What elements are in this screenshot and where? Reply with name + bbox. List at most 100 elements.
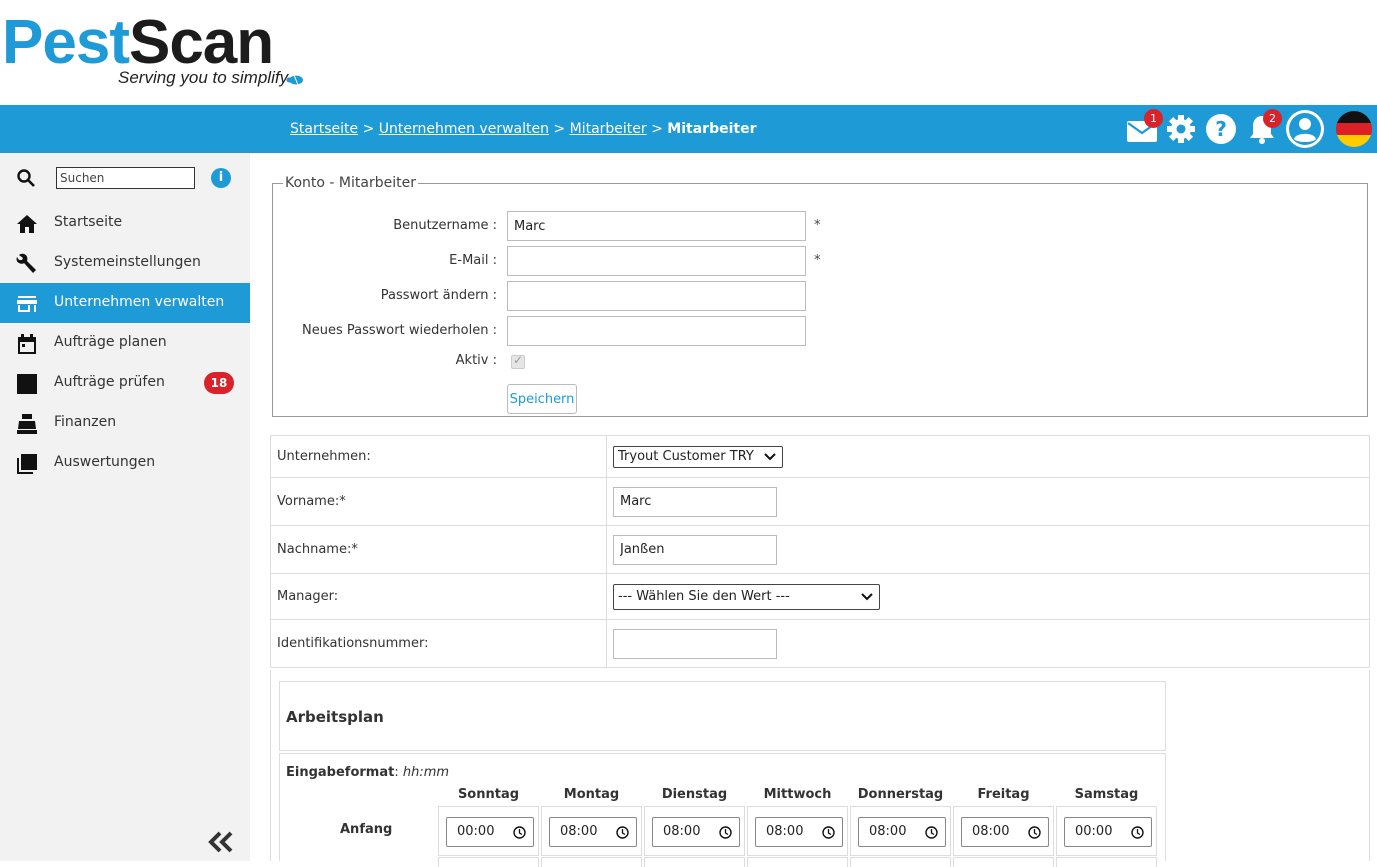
auftraege-pruefen-badge: 18: [204, 372, 234, 394]
language-button[interactable]: [1336, 111, 1372, 147]
info-icon[interactable]: i: [211, 168, 231, 188]
start-time-cell: 08:00: [747, 806, 848, 856]
breadcrumb: Startseite > Unternehmen verwalten > Mit…: [290, 121, 756, 137]
sidebar-item-unternehmen-verwalten[interactable]: Unternehmen verwalten: [0, 283, 250, 323]
company-select-value: Tryout Customer TRY: [618, 448, 754, 464]
mail-button[interactable]: 1: [1124, 109, 1163, 147]
clock-icon[interactable]: [822, 826, 835, 839]
start-time-cell: 08:00: [541, 806, 642, 856]
lastname-label: Nachname:*: [270, 525, 607, 574]
top-bar: Startseite > Unternehmen verwalten > Mit…: [0, 105, 1377, 153]
username-input[interactable]: [507, 211, 806, 241]
chevron-down-icon: [861, 592, 873, 600]
start-time-input-mittwoch[interactable]: 08:00: [755, 817, 843, 847]
sidebar-item-auswertungen[interactable]: Auswertungen: [0, 443, 250, 483]
password-repeat-input[interactable]: [507, 316, 806, 346]
manager-cell: --- Wählen Sie den Wert ---: [606, 573, 1370, 620]
collapse-sidebar-icon[interactable]: [208, 831, 234, 853]
svg-text:?: ?: [1215, 117, 1227, 141]
sidebar-item-startseite[interactable]: Startseite: [0, 203, 250, 243]
firstname-label: Vorname:*: [270, 477, 607, 526]
lastname-input[interactable]: [613, 534, 777, 565]
sidebar: i Startseite Systemeinstellungen Unterne…: [0, 153, 250, 861]
table-row: Vorname:*: [270, 477, 1370, 526]
sidebar-item-auftraege-pruefen[interactable]: Aufträge prüfen 18: [0, 363, 250, 403]
breadcrumb-startseite[interactable]: Startseite: [290, 121, 358, 137]
search-input[interactable]: [56, 167, 195, 189]
checklist-icon: [17, 374, 37, 394]
logo-pest: Pest: [2, 8, 130, 77]
next-row-cell: [850, 857, 951, 867]
sidebar-item-label: Auswertungen: [54, 454, 156, 470]
start-time-cell: 00:00: [1056, 806, 1157, 856]
email-input[interactable]: [507, 246, 806, 276]
german-flag-icon: [1336, 111, 1372, 147]
idnumber-label: Identifikationsnummer:: [270, 619, 607, 668]
start-time-cell: 08:00: [953, 806, 1054, 856]
start-time-input-samstag[interactable]: 00:00: [1064, 817, 1152, 847]
breadcrumb-current: Mitarbeiter: [667, 121, 757, 137]
sidebar-item-label: Unternehmen verwalten: [54, 294, 225, 310]
manager-select-value: --- Wählen Sie den Wert ---: [618, 588, 790, 604]
clock-icon[interactable]: [616, 826, 629, 839]
sidebar-search: i: [0, 153, 250, 203]
password-input[interactable]: [507, 281, 806, 311]
account-button[interactable]: [1285, 109, 1325, 149]
start-time-input-freitag[interactable]: 08:00: [961, 817, 1049, 847]
settings-button[interactable]: [1163, 111, 1199, 147]
konto-fieldset: Konto - Mitarbeiter Benutzername : * E-M…: [272, 175, 1368, 417]
idnumber-input[interactable]: [613, 628, 777, 659]
clock-icon[interactable]: [1131, 826, 1144, 839]
calendar-icon: [18, 334, 36, 354]
start-time-input-donnerstag[interactable]: 08:00: [858, 817, 946, 847]
required-mark: *: [814, 218, 821, 233]
sidebar-item-label: Aufträge planen: [54, 334, 167, 350]
start-time-input-dienstag[interactable]: 08:00: [652, 817, 740, 847]
next-row-cell: [953, 857, 1054, 867]
active-checkbox[interactable]: [511, 353, 525, 369]
home-icon: [17, 215, 37, 233]
save-button[interactable]: Speichern: [507, 384, 577, 414]
company-select[interactable]: Tryout Customer TRY: [613, 445, 783, 468]
employee-details-table: Unternehmen: Tryout Customer TRY Vorname…: [270, 435, 1370, 668]
pestscan-logo[interactable]: PestScan: [2, 12, 274, 74]
time-value: 00:00: [1075, 824, 1113, 839]
firstname-input[interactable]: [613, 486, 777, 517]
password-repeat-row: Neues Passwort wiederholen :: [273, 316, 1369, 346]
next-row-cell: [747, 857, 848, 867]
start-row-label: Anfang: [340, 822, 393, 837]
start-time-cell: 00:00: [438, 806, 539, 856]
day-header: Montag: [563, 787, 620, 802]
time-value: 08:00: [663, 824, 701, 839]
sidebar-item-systemeinstellungen[interactable]: Systemeinstellungen: [0, 243, 250, 283]
logo-scan: Scan: [128, 8, 274, 77]
sidebar-item-auftraege-planen[interactable]: Aufträge planen: [0, 323, 250, 363]
time-value: 00:00: [457, 824, 495, 839]
clock-icon[interactable]: [719, 826, 732, 839]
breadcrumb-mitarbeiter[interactable]: Mitarbeiter: [570, 121, 647, 137]
time-value: 08:00: [972, 824, 1010, 839]
search-icon[interactable]: [16, 168, 36, 188]
notifications-button[interactable]: 2: [1244, 109, 1282, 147]
tagline: Serving you to simplify: [118, 68, 289, 87]
header-logo-area: PestScan Serving you to simplify: [0, 0, 1377, 105]
password-label: Passwort ändern :: [380, 288, 497, 303]
breadcrumb-unternehmen[interactable]: Unternehmen verwalten: [379, 121, 549, 137]
store-icon: [17, 296, 37, 312]
table-row: Unternehmen: Tryout Customer TRY: [270, 435, 1370, 478]
sidebar-item-finanzen[interactable]: Finanzen: [0, 403, 250, 443]
clock-icon[interactable]: [513, 826, 526, 839]
help-button[interactable]: ?: [1203, 111, 1239, 147]
konto-legend: Konto - Mitarbeiter: [285, 175, 416, 191]
bug-icon: [286, 74, 303, 86]
manager-select[interactable]: --- Wählen Sie den Wert ---: [613, 583, 880, 610]
clock-icon[interactable]: [1028, 826, 1041, 839]
clock-icon[interactable]: [925, 826, 938, 839]
sidebar-nav: Startseite Systemeinstellungen Unternehm…: [0, 203, 250, 483]
start-time-input-montag[interactable]: 08:00: [549, 817, 637, 847]
firstname-cell: [606, 477, 1370, 526]
sidebar-item-label: Startseite: [54, 214, 123, 230]
day-header: Mittwoch: [763, 787, 832, 802]
chevron-down-icon: [764, 452, 776, 460]
start-time-input-sonntag[interactable]: 00:00: [446, 817, 534, 847]
